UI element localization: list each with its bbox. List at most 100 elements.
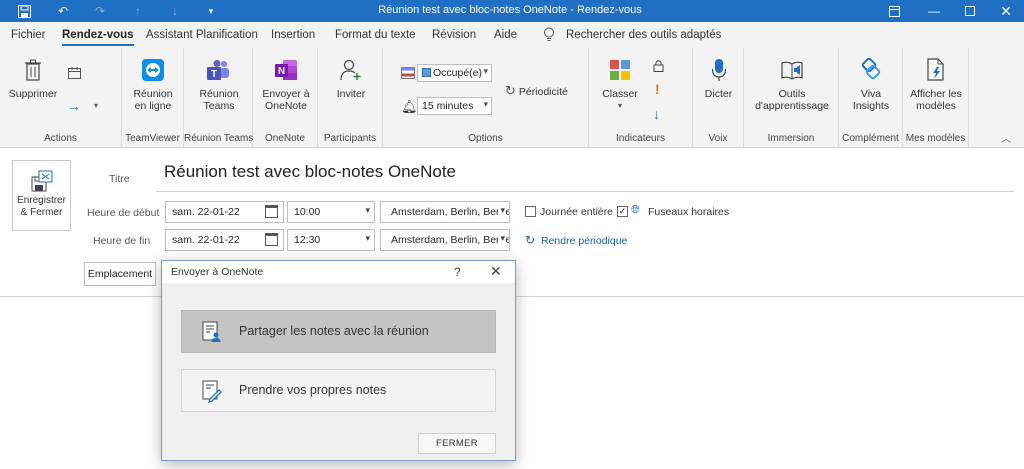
group-label-teamviewer: TeamViewer: [125, 133, 180, 144]
save-close-button[interactable]: Enregistrer & Fermer: [12, 160, 71, 231]
show-as-icon: [401, 67, 415, 82]
start-time-field[interactable]: 10:00 ▾: [287, 201, 375, 223]
svg-text:N: N: [278, 66, 285, 77]
chevron-down-icon[interactable]: ▾: [94, 101, 98, 110]
customize-toolbar-icon[interactable]: ▾: [203, 3, 219, 19]
calendar-icon[interactable]: [265, 205, 278, 218]
group-indicateurs: Classer ▾ ! ↓ Indicateurs: [589, 48, 693, 148]
busy-swatch: [422, 68, 431, 77]
delete-label: Supprimer: [8, 88, 58, 100]
end-date-value: sam. 22-01-22: [172, 234, 240, 246]
group-label-onenote: OneNote: [264, 133, 306, 144]
chevron-down-icon[interactable]: ▾: [365, 205, 370, 216]
chevron-down-icon[interactable]: ▾: [365, 233, 370, 244]
view-templates-button[interactable]: Afficher les modèles: [906, 56, 966, 112]
categorize-icon: [606, 56, 634, 84]
tab-assistant-planification[interactable]: Assistant Planification: [146, 29, 258, 41]
all-day-checkbox[interactable]: [525, 206, 536, 217]
time-zones-checkbox[interactable]: ✓: [617, 206, 628, 217]
learning-tools-icon: [778, 56, 806, 84]
help-button[interactable]: ?: [454, 265, 461, 279]
title-label: Titre: [109, 173, 130, 185]
window-title: Réunion test avec bloc-notes OneNote - R…: [378, 4, 642, 16]
send-to-onenote-button[interactable]: N Envoyer à OneNote: [257, 56, 315, 112]
end-date-field[interactable]: sam. 22-01-22: [165, 229, 284, 251]
teams-meeting-label-1: Réunion: [199, 88, 239, 100]
close-window-button[interactable]: ✕: [988, 0, 1024, 22]
high-importance-icon[interactable]: !: [655, 81, 660, 97]
group-modeles: Afficher les modèles Mes modèles: [903, 48, 969, 148]
tab-rendez-vous[interactable]: Rendez-vous: [62, 29, 134, 46]
reminder-value: 15 minutes: [422, 100, 474, 112]
title-bar: ↶ ↷ ↑ ↓ ▾ Réunion test avec bloc-notes O…: [0, 0, 1024, 22]
subject-field[interactable]: Réunion test avec bloc-notes OneNote: [164, 162, 456, 182]
recurrence-button[interactable]: ↻ Périodicité: [505, 83, 568, 99]
ribbon-display-icon[interactable]: [876, 0, 912, 22]
group-label-voix: Voix: [708, 133, 728, 144]
chevron-down-icon: ▾: [617, 101, 622, 110]
group-voix: Dicter Voix: [693, 48, 744, 148]
minimize-button[interactable]: —: [916, 0, 952, 22]
make-recurring-link[interactable]: Rendre périodique: [541, 235, 627, 247]
start-time-label: Heure de début: [87, 207, 160, 219]
group-options: Occupé(e) ▾ 🔔︎ 15 minutes ▾ ↻ Périodicit…: [383, 48, 589, 148]
tab-insertion[interactable]: Insertion: [271, 29, 315, 41]
calendar-icon[interactable]: [265, 233, 278, 246]
share-notes-option[interactable]: Partager les notes avec la réunion: [181, 310, 496, 353]
tab-format-du-texte[interactable]: Format du texte: [335, 29, 416, 41]
teams-meeting-button[interactable]: T Réunion Teams: [188, 56, 250, 112]
view-templates-label-2: modèles: [916, 100, 956, 112]
svg-text:T: T: [211, 69, 217, 80]
collapse-ribbon-icon[interactable]: ︿: [1001, 130, 1011, 145]
viva-insights-button[interactable]: Viva Insights: [842, 56, 900, 112]
forward-arrow-icon[interactable]: →: [67, 98, 81, 114]
viva-label-2: Insights: [852, 100, 890, 112]
chevron-down-icon[interactable]: ▾: [498, 205, 505, 216]
recurrence-icon[interactable]: ↻: [525, 233, 535, 247]
invite-button[interactable]: Inviter: [322, 56, 380, 100]
end-time-field[interactable]: 12:30 ▾: [287, 229, 375, 251]
delete-button[interactable]: Supprimer: [6, 56, 60, 100]
chevron-down-icon[interactable]: ▾: [498, 233, 505, 244]
online-meeting-button[interactable]: Réunion en ligne: [124, 56, 182, 112]
start-timezone-field[interactable]: Amsterdam, Berlin, Berne ▾: [380, 201, 510, 223]
lock-icon[interactable]: [653, 59, 664, 75]
tab-aide[interactable]: Aide: [494, 29, 517, 41]
tab-revision[interactable]: Révision: [432, 29, 476, 41]
calendar-small-icon[interactable]: [68, 67, 81, 82]
search-tools[interactable]: Rechercher des outils adaptés: [566, 29, 721, 41]
categorize-button[interactable]: Classer ▾: [595, 56, 645, 112]
location-button[interactable]: Emplacement: [84, 262, 156, 286]
save-close-label-1: Enregistrer: [17, 195, 66, 206]
low-importance-icon[interactable]: ↓: [653, 106, 660, 122]
chevron-down-icon: ▾: [483, 99, 488, 109]
save-icon[interactable]: [16, 3, 32, 19]
start-date-field[interactable]: sam. 22-01-22: [165, 201, 284, 223]
group-label-options: Options: [468, 133, 503, 144]
maximize-button[interactable]: [952, 0, 988, 22]
up-arrow-icon[interactable]: ↑: [130, 3, 146, 19]
close-dialog-button[interactable]: FERMER: [418, 433, 496, 454]
learning-tools-label-1: Outils: [778, 88, 806, 100]
undo-icon[interactable]: ↶: [55, 3, 71, 19]
show-as-value: Occupé(e): [433, 67, 483, 79]
viva-insights-icon: [857, 56, 885, 84]
dialog-close-button[interactable]: ✕: [490, 263, 502, 280]
chevron-down-icon: ▾: [483, 66, 488, 76]
dictate-button[interactable]: Dicter: [695, 56, 742, 100]
down-arrow-icon[interactable]: ↓: [167, 3, 183, 19]
end-time-value: 12:30: [294, 234, 321, 246]
end-timezone-value: Amsterdam, Berlin, Berne: [391, 234, 510, 246]
invite-person-icon: [337, 56, 365, 84]
tab-fichier[interactable]: Fichier: [11, 29, 46, 41]
send-onenote-label-2: OneNote: [264, 100, 308, 112]
redo-icon[interactable]: ↷: [92, 3, 108, 19]
menu-tabs: Fichier Rendez-vous Assistant Planificat…: [0, 22, 1024, 48]
end-timezone-field[interactable]: Amsterdam, Berlin, Berne ▾: [380, 229, 510, 251]
show-as-dropdown[interactable]: Occupé(e) ▾: [417, 64, 492, 82]
reminder-dropdown[interactable]: 15 minutes ▾: [417, 97, 492, 115]
online-meeting-label-1: Réunion: [133, 88, 173, 100]
own-notes-option[interactable]: Prendre vos propres notes: [181, 369, 496, 412]
learning-tools-button[interactable]: Outils d'apprentissage: [750, 56, 834, 112]
onenote-icon: N: [272, 56, 300, 84]
